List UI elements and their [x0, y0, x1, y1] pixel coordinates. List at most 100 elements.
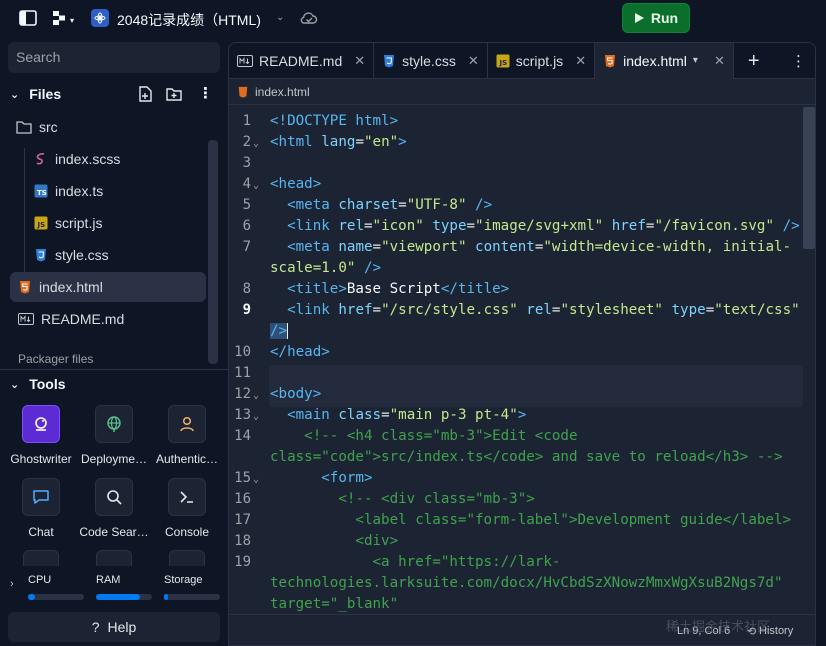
tab-label: style.css [402, 52, 456, 69]
fold-chevron-icon[interactable]: ⌄ [253, 411, 259, 422]
tool-chat[interactable]: Chat [4, 478, 78, 539]
tree-item-label: README.md [41, 311, 125, 327]
tree-file-readme[interactable]: README.md [18, 304, 208, 334]
line-number: 17 [234, 512, 251, 528]
line-number: 1 [242, 113, 251, 129]
tree-file-index-ts[interactable]: TS index.ts [34, 176, 204, 206]
files-header[interactable]: ⌄ Files ⋮ [8, 84, 220, 104]
tree-file-style-css[interactable]: style.css [34, 240, 204, 270]
code-line: class="code">src/index.ts</code> and sav… [270, 449, 783, 465]
tool-label: Console [164, 525, 210, 539]
panel-divider[interactable] [0, 369, 228, 370]
chevron-down-icon[interactable]: ⌄ [10, 88, 19, 101]
tab-index-html[interactable]: index.html ▾ ✕ [595, 43, 734, 79]
help-icon: ? [91, 619, 100, 635]
code-line: <form> [321, 470, 373, 486]
fold-chevron-icon[interactable]: ⌄ [253, 180, 259, 191]
chevron-down-icon[interactable]: ▾ [70, 16, 74, 25]
sidebar-toggle-icon[interactable] [18, 8, 38, 28]
tree-file-index-scss[interactable]: index.scss [34, 144, 204, 174]
line-number: 6 [242, 218, 251, 234]
user-icon [180, 416, 194, 432]
run-button[interactable]: Run [622, 3, 690, 33]
tool-code-search[interactable]: Code Sear… [77, 478, 151, 539]
resource-fill-ram [96, 594, 140, 600]
tab-menu-chevron-icon[interactable]: ▾ [693, 55, 698, 66]
terminal-icon [180, 491, 193, 503]
more-options-icon[interactable]: ⋮ [198, 84, 213, 102]
line-number: 15 [234, 470, 251, 486]
tree-folder-src[interactable]: src [16, 112, 216, 142]
code-line: scale=1.0" /> [270, 260, 382, 276]
line-number-current: 9 [242, 302, 251, 318]
help-label: Help [107, 619, 137, 635]
search-input[interactable]: Search [8, 42, 220, 73]
code-editor-pane: README.md ✕ style.css ✕ JS script.js ✕ i… [228, 42, 816, 646]
cloud-sync-icon[interactable] [300, 10, 318, 29]
markdown-file-icon [18, 313, 34, 325]
line-number: 19 [234, 554, 251, 570]
packager-files-label[interactable]: Packager files [18, 352, 93, 366]
help-button[interactable]: ? Help [8, 612, 220, 642]
breadcrumb: index.html [229, 79, 815, 105]
more-options-icon[interactable]: ⋮ [791, 52, 806, 70]
svg-text:JS: JS [498, 59, 507, 67]
resource-label-ram: RAM [96, 574, 121, 586]
tab-style-css[interactable]: style.css ✕ [374, 43, 488, 79]
close-tab-icon[interactable]: ✕ [575, 53, 586, 69]
code-line: <head> [270, 176, 322, 192]
file-tree-scrollbar[interactable] [208, 140, 218, 364]
right-panel-edge [816, 36, 826, 646]
close-tab-icon[interactable]: ✕ [468, 53, 479, 69]
tree-item-label: index.html [39, 279, 103, 295]
run-button-label: Run [650, 10, 679, 26]
tool-label: Ghostwriter [10, 452, 72, 466]
editor-scrollbar[interactable] [803, 107, 815, 249]
tool-deployments[interactable]: Deployme… [77, 405, 151, 466]
code-line: </head> [270, 344, 330, 360]
chevron-down-icon[interactable]: ⌄ [10, 378, 19, 391]
tools-header[interactable]: ⌄ Tools [8, 374, 66, 394]
close-tab-icon[interactable]: ✕ [354, 53, 365, 69]
tab-readme[interactable]: README.md ✕ [229, 43, 375, 79]
chevron-right-icon[interactable]: › [10, 578, 14, 590]
repl-language-icon [91, 9, 109, 27]
code-line: <!-- <div class="mb-3"> [338, 491, 535, 507]
line-number: 10 [234, 344, 251, 360]
replit-logo-icon[interactable] [50, 8, 70, 28]
tool-authentication[interactable]: Authentic… [150, 405, 224, 466]
line-number: 3 [242, 155, 251, 171]
tool-ghostwriter[interactable]: Ghostwriter [4, 405, 78, 466]
repl-title[interactable]: 2048记录成绩（HTML) [117, 10, 261, 30]
fold-chevron-icon[interactable]: ⌄ [253, 390, 259, 401]
code-line: <!DOCTYPE html> [270, 113, 399, 129]
tree-file-index-html[interactable]: index.html [10, 272, 206, 302]
close-tab-icon[interactable]: ✕ [714, 53, 725, 69]
resource-label-storage: Storage [164, 574, 203, 586]
top-bar: ▾ 2048记录成绩（HTML) ⌄ Run [0, 0, 826, 36]
fold-chevron-icon[interactable]: ⌄ [253, 474, 259, 485]
new-folder-icon[interactable] [166, 87, 182, 104]
breadcrumb-file[interactable]: index.html [255, 85, 310, 99]
add-tab-icon[interactable]: + [748, 51, 760, 71]
line-number: 16 [234, 491, 251, 507]
code-line: <label class="form-label">Development gu… [355, 512, 792, 528]
tool-label: Code Sear… [79, 525, 149, 539]
line-number: 4 [242, 176, 251, 192]
markdown-file-icon [237, 54, 253, 67]
tab-script-js[interactable]: JS script.js ✕ [488, 43, 596, 79]
chevron-down-icon[interactable]: ⌄ [276, 12, 284, 23]
line-number: 8 [242, 281, 251, 297]
globe-icon [107, 416, 121, 432]
code-area[interactable]: 1 2 3 4 5 6 7 8 9 10 11 12 13 14 15 16 1… [229, 109, 815, 614]
line-number: 12 [234, 386, 251, 402]
code-line: <link rel="icon" type="image/svg+xml" hr… [287, 218, 800, 234]
css-file-icon [384, 54, 395, 67]
code-line: <main class="main p-3 pt-4"> [287, 407, 527, 423]
new-file-icon[interactable] [138, 86, 152, 105]
tree-file-script-js[interactable]: JS script.js [34, 208, 204, 238]
fold-chevron-icon[interactable]: ⌄ [253, 138, 259, 149]
code-line: <title>Base Script</title> [287, 281, 510, 297]
tab-label: index.html [623, 52, 687, 69]
tool-console[interactable]: Console [150, 478, 224, 539]
